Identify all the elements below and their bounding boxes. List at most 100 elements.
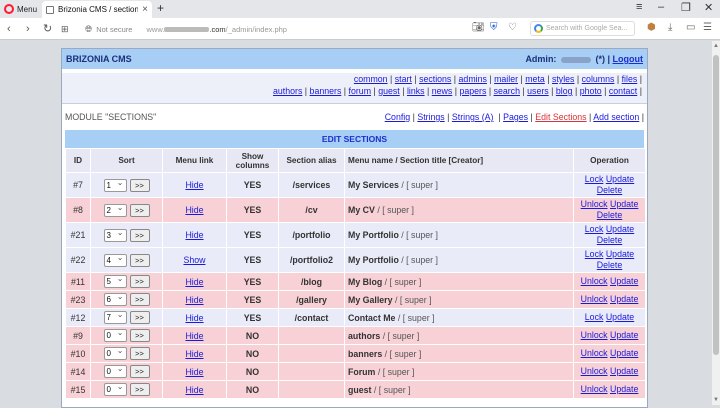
easy-setup-icon[interactable]: ☰ xyxy=(703,22,712,33)
menu-link-styles[interactable]: styles xyxy=(552,74,575,84)
menu-link-admins[interactable]: admins xyxy=(459,74,487,84)
sort-apply-button[interactable]: >> xyxy=(129,365,150,378)
address-bar[interactable]: 🌐︎ Not secure www. .com/_admin/index.php xyxy=(85,21,525,37)
lock-toggle-link[interactable]: Unlock xyxy=(581,276,608,286)
lock-toggle-link[interactable]: Unlock xyxy=(581,199,608,209)
lock-toggle-link[interactable]: Unlock xyxy=(581,366,608,376)
lock-toggle-link[interactable]: Unlock xyxy=(581,348,608,358)
sort-select[interactable]: 2 xyxy=(103,202,127,217)
strings-link[interactable]: Strings xyxy=(417,112,444,122)
menu-toggle-link[interactable]: Hide xyxy=(185,313,203,323)
browser-tab[interactable]: Brizonia CMS / sections × xyxy=(42,1,152,18)
sort-apply-button[interactable]: >> xyxy=(129,253,150,267)
menu-link-news[interactable]: news xyxy=(432,86,453,96)
delete-link[interactable]: Delete xyxy=(597,185,622,195)
update-link[interactable]: Update xyxy=(610,294,638,304)
menu-toggle-link[interactable]: Hide xyxy=(185,205,203,215)
menu-toggle-link[interactable]: Hide xyxy=(185,349,203,359)
strings-a-link[interactable]: Strings (A) xyxy=(452,112,494,122)
lock-toggle-link[interactable]: Lock xyxy=(585,249,604,259)
menu-link-common[interactable]: common xyxy=(354,74,388,84)
menu-link-search[interactable]: search xyxy=(494,86,520,96)
menu-toggle-link[interactable]: Hide xyxy=(185,180,203,190)
update-link[interactable]: Update xyxy=(610,276,638,286)
edit-sections-link[interactable]: Edit Sections xyxy=(535,112,586,122)
close-window-icon[interactable]: ✕ xyxy=(704,1,713,14)
config-link[interactable]: Config xyxy=(385,112,410,122)
reload-icon[interactable]: ↻ xyxy=(43,22,52,36)
delete-link[interactable]: Delete xyxy=(597,210,622,220)
tab-menu-icon[interactable]: ≡ xyxy=(636,1,642,13)
sort-apply-button[interactable]: >> xyxy=(129,178,150,192)
lock-toggle-link[interactable]: Unlock xyxy=(581,294,608,304)
heart-icon[interactable]: ♡ xyxy=(508,22,517,33)
menu-link-mailer[interactable]: mailer xyxy=(494,74,518,84)
sort-apply-button[interactable]: >> xyxy=(129,383,150,396)
sort-apply-button[interactable]: >> xyxy=(129,347,150,360)
menu-link-links[interactable]: links xyxy=(407,86,425,96)
sort-apply-button[interactable]: >> xyxy=(129,228,150,242)
sort-select[interactable]: 0 xyxy=(103,345,127,360)
forward-icon[interactable]: › xyxy=(26,22,30,36)
minimize-icon[interactable]: – xyxy=(658,1,664,13)
menu-link-columns[interactable]: columns xyxy=(582,74,615,84)
menu-toggle-link[interactable]: Hide xyxy=(185,295,203,305)
menu-link-authors[interactable]: authors xyxy=(273,86,302,96)
menu-link-papers[interactable]: papers xyxy=(459,86,486,96)
lock-toggle-link[interactable]: Lock xyxy=(585,224,604,234)
delete-link[interactable]: Delete xyxy=(597,260,622,270)
update-link[interactable]: Update xyxy=(610,199,638,209)
menu-link-banners[interactable]: banners xyxy=(310,86,342,96)
menu-link-sections[interactable]: sections xyxy=(419,74,451,84)
download-icon[interactable]: ⤓ xyxy=(668,22,672,33)
sort-select[interactable]: 1 xyxy=(103,177,127,192)
menu-link-blog[interactable]: blog xyxy=(556,86,573,96)
menu-toggle-link[interactable]: Hide xyxy=(185,385,203,395)
menu-link-contact[interactable]: contact xyxy=(609,86,637,96)
delete-link[interactable]: Delete xyxy=(597,235,622,245)
back-icon[interactable]: ‹ xyxy=(7,22,11,36)
sort-select[interactable]: 0 xyxy=(103,381,127,396)
logout-link[interactable]: Logout xyxy=(613,54,644,64)
sort-select[interactable]: 0 xyxy=(103,363,127,378)
lock-toggle-link[interactable]: Lock xyxy=(585,312,604,322)
new-tab-button[interactable]: + xyxy=(157,1,164,15)
menu-toggle-link[interactable]: Hide xyxy=(185,230,203,240)
menu-link-files[interactable]: files xyxy=(622,74,638,84)
menu-link-photo[interactable]: photo xyxy=(580,86,602,96)
lock-toggle-link[interactable]: Unlock xyxy=(581,330,608,340)
scrollbar-thumb[interactable] xyxy=(713,55,719,355)
sort-select[interactable]: 6 xyxy=(103,291,127,306)
sort-apply-button[interactable]: >> xyxy=(129,311,150,324)
sort-apply-button[interactable]: >> xyxy=(129,293,150,306)
browser-menu-button[interactable]: Menu xyxy=(4,2,37,16)
camera-icon[interactable]: 📷︎ xyxy=(472,22,485,33)
update-link[interactable]: Update xyxy=(610,366,638,376)
extension-icon[interactable]: ⬢ xyxy=(647,22,656,33)
add-section-link[interactable]: Add section xyxy=(593,112,639,122)
update-link[interactable]: Update xyxy=(606,312,634,322)
update-link[interactable]: Update xyxy=(610,348,638,358)
sort-select[interactable]: 0 xyxy=(103,327,127,342)
lock-toggle-link[interactable]: Lock xyxy=(585,174,604,184)
update-link[interactable]: Update xyxy=(610,384,638,394)
menu-toggle-link[interactable]: Hide xyxy=(185,367,203,377)
sort-apply-button[interactable]: >> xyxy=(129,203,150,217)
scroll-up-icon[interactable]: ▲ xyxy=(712,43,720,49)
lock-toggle-link[interactable]: Unlock xyxy=(581,384,608,394)
tabs-grid-icon[interactable]: ⊞ xyxy=(61,22,69,36)
menu-toggle-link[interactable]: Hide xyxy=(185,277,203,287)
menu-link-guest[interactable]: guest xyxy=(378,86,400,96)
sort-select[interactable]: 4 xyxy=(103,252,127,267)
menu-toggle-link[interactable]: Hide xyxy=(185,331,203,341)
menu-link-start[interactable]: start xyxy=(395,74,412,84)
update-link[interactable]: Update xyxy=(606,249,634,259)
sort-apply-button[interactable]: >> xyxy=(129,329,150,342)
update-link[interactable]: Update xyxy=(610,330,638,340)
tab-close-icon[interactable]: × xyxy=(142,4,148,15)
sort-select[interactable]: 5 xyxy=(103,273,127,288)
sort-select[interactable]: 7 xyxy=(103,309,127,324)
menu-toggle-link[interactable]: Show xyxy=(183,255,205,265)
scroll-down-icon[interactable]: ▼ xyxy=(712,397,720,403)
sort-select[interactable]: 3 xyxy=(103,227,127,242)
